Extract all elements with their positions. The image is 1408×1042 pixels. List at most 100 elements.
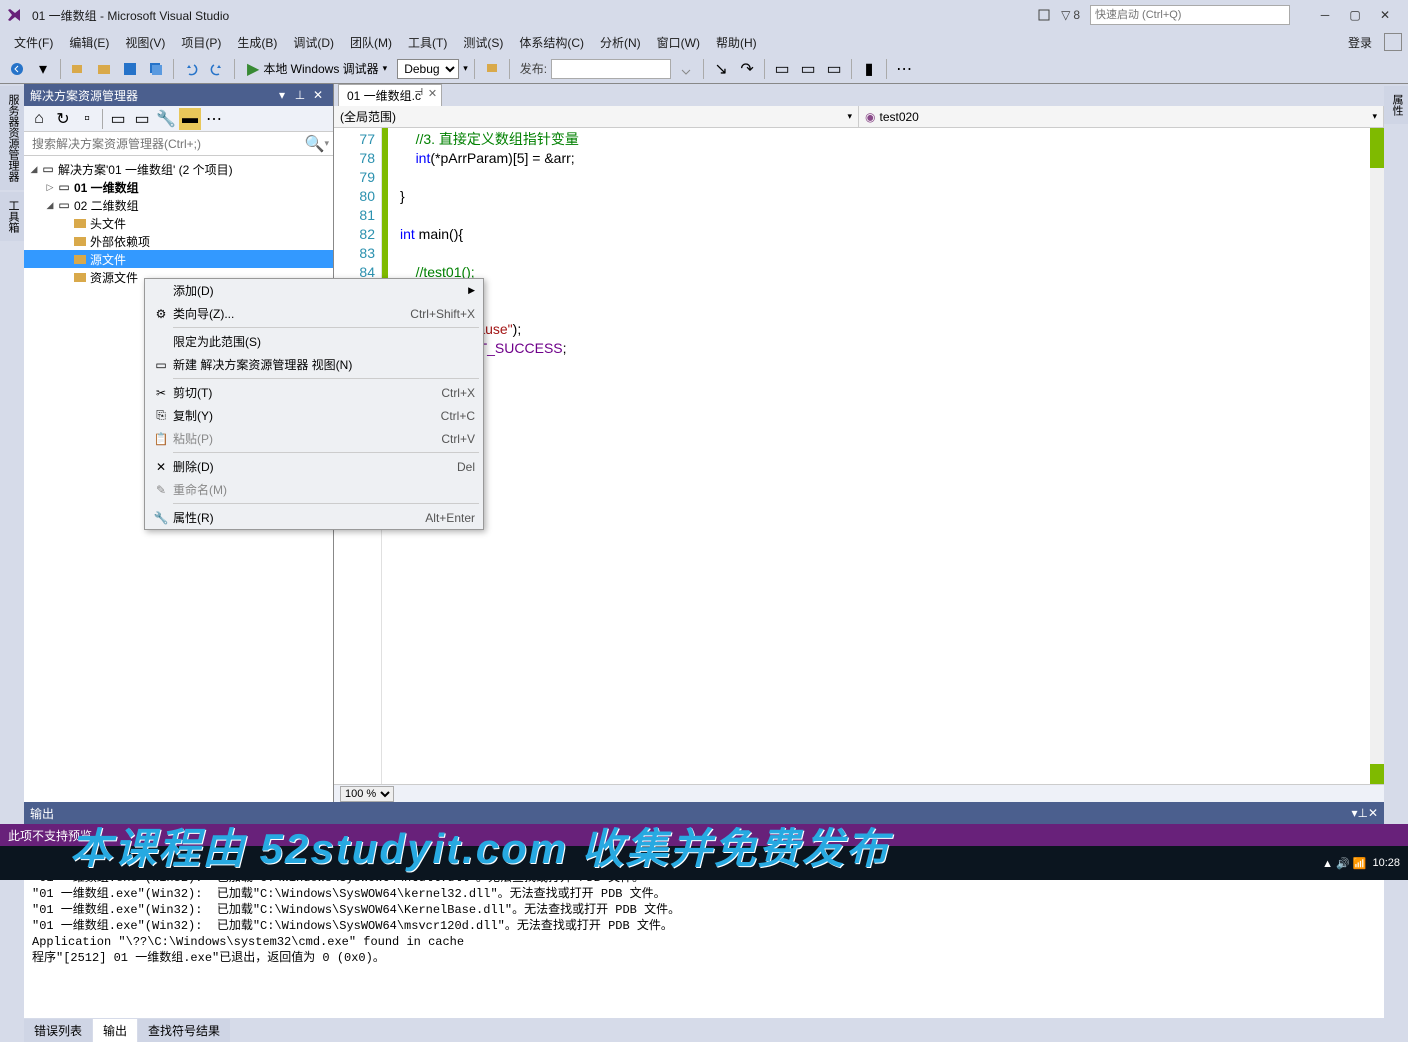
flag-notification[interactable]: ▽8	[1061, 8, 1080, 22]
home-icon[interactable]: ⌂	[28, 108, 50, 130]
panel-pin-icon[interactable]: ⊥	[291, 86, 309, 104]
ctx-Y[interactable]: ⎘复制(Y)Ctrl+C	[145, 404, 483, 427]
refresh-icon[interactable]: ↻	[52, 108, 74, 130]
status-text: 此项不支持预览	[8, 827, 92, 844]
ctx-T[interactable]: ✂剪切(T)Ctrl+X	[145, 381, 483, 404]
folder-icon	[72, 251, 88, 267]
config-select[interactable]: Debug	[397, 59, 459, 79]
status-bar: 此项不支持预览	[0, 824, 1408, 846]
tab-close-icon[interactable]: ✕	[428, 87, 437, 100]
tab-find-symbol[interactable]: 查找符号结果	[138, 1019, 230, 1042]
tab-error-list[interactable]: 错误列表	[24, 1019, 92, 1042]
nav-back-button[interactable]	[6, 58, 28, 80]
doc-icon[interactable]: ▭	[771, 58, 793, 80]
zoom-select[interactable]: 100 %	[340, 786, 394, 802]
solution-search: 🔍 ▾	[24, 132, 333, 156]
windows-taskbar: 本课程由 52studyit.com 收集并免费发布 ▲ 🔊 📶 10:28	[0, 846, 1408, 880]
ctx-S[interactable]: 限定为此范围(S)	[145, 330, 483, 353]
menu-edit[interactable]: 编辑(E)	[61, 32, 117, 53]
collapse-icon[interactable]: ▫	[76, 108, 98, 130]
scope-left[interactable]: (全局范围)▾	[334, 106, 859, 127]
quick-launch-input[interactable]	[1090, 5, 1290, 25]
close-button[interactable]: ✕	[1370, 3, 1400, 27]
bookmark-icon[interactable]: ▮	[858, 58, 880, 80]
doc3-icon[interactable]: ▭	[823, 58, 845, 80]
output-pin-icon[interactable]: ⊥	[1357, 806, 1367, 820]
scrollbar[interactable]	[1370, 128, 1384, 784]
save-all-button[interactable]	[145, 58, 167, 80]
more-icon[interactable]: ⋯	[203, 108, 225, 130]
search-icon[interactable]: 🔍	[305, 134, 325, 154]
step-over-icon[interactable]: ↷	[736, 58, 758, 80]
menu-team[interactable]: 团队(M)	[342, 32, 400, 53]
step-into-icon[interactable]: ↘	[710, 58, 732, 80]
solution-toolbar: ⌂ ↻ ▫ ▭ ▭ 🔧 ▬ ⋯	[24, 106, 333, 132]
start-debug-button[interactable]: ▶ 本地 Windows 调试器 ▾	[241, 59, 393, 79]
redo-button[interactable]	[206, 58, 228, 80]
project-1[interactable]: ▷ ▭ 01 一维数组	[24, 178, 333, 196]
new-project-button[interactable]	[67, 58, 89, 80]
scope-bar: (全局范围)▾ ◉test020▾	[334, 106, 1384, 128]
login-button[interactable]: 登录	[1340, 32, 1380, 53]
menu-analyze[interactable]: 分析(N)	[592, 32, 649, 53]
props-icon[interactable]: ▭	[107, 108, 129, 130]
ctx-D[interactable]: ✕删除(D)Del	[145, 455, 483, 478]
comment-button[interactable]	[481, 58, 503, 80]
folder-source[interactable]: 源文件	[24, 250, 333, 268]
menu-project[interactable]: 项目(P)	[173, 32, 229, 53]
tab-output[interactable]: 输出	[93, 1019, 137, 1042]
document-tab[interactable]: 01 一维数组.c ⊣ ✕	[338, 84, 442, 106]
maximize-button[interactable]: ▢	[1340, 3, 1370, 27]
ctx-D[interactable]: 添加(D)▶	[145, 279, 483, 302]
minimize-button[interactable]: ─	[1310, 3, 1340, 27]
save-button[interactable]	[119, 58, 141, 80]
notifications-button[interactable]	[1037, 8, 1051, 22]
extras-icon[interactable]: ⋯	[893, 58, 915, 80]
clock[interactable]: 10:28	[1372, 857, 1400, 869]
scope-right[interactable]: ◉test020▾	[859, 106, 1384, 127]
menu-help[interactable]: 帮助(H)	[708, 32, 765, 53]
menu-view[interactable]: 视图(V)	[117, 32, 173, 53]
show-all-icon[interactable]: ▭	[131, 108, 153, 130]
folder-external[interactable]: 外部依赖项	[24, 232, 333, 250]
menu-tools[interactable]: 工具(T)	[400, 32, 455, 53]
code-editor[interactable]: 777879808182838485868788 //3. 直接定义数组指针变量…	[334, 128, 1384, 784]
menu-window[interactable]: 窗口(W)	[649, 32, 708, 53]
panel-dropdown-icon[interactable]: ▾	[273, 86, 291, 104]
menu-build[interactable]: 生成(B)	[229, 32, 285, 53]
undo-button[interactable]	[180, 58, 202, 80]
ctx-R[interactable]: 🔧属性(R)Alt+Enter	[145, 506, 483, 529]
ctx-N[interactable]: ▭新建 解决方案资源管理器 视图(N)	[145, 353, 483, 376]
nav-fwd-button[interactable]: ▾	[32, 58, 54, 80]
tray-icons[interactable]: ▲ 🔊 📶	[1322, 857, 1366, 870]
menu-test[interactable]: 测试(S)	[455, 32, 511, 53]
menu-file[interactable]: 文件(F)	[6, 32, 61, 53]
open-button[interactable]	[93, 58, 115, 80]
ctx-M: ✎重命名(M)	[145, 478, 483, 501]
menu-arch[interactable]: 体系结构(C)	[511, 32, 592, 53]
active-icon[interactable]: ▬	[179, 108, 201, 130]
publish-button[interactable]	[675, 58, 697, 80]
user-icon[interactable]	[1384, 33, 1402, 51]
menu-debug[interactable]: 调试(D)	[285, 32, 342, 53]
server-explorer-tab[interactable]: 服务器资源管理器	[0, 86, 24, 190]
solution-explorer-header: 解决方案资源管理器 ▾ ⊥ ✕	[24, 84, 333, 106]
toolbox-tab[interactable]: 工具箱	[0, 192, 24, 241]
doc2-icon[interactable]: ▭	[797, 58, 819, 80]
panel-close-icon[interactable]: ✕	[309, 86, 327, 104]
solution-root[interactable]: ◢ ▭ 解决方案'01 一维数组' (2 个项目)	[24, 160, 333, 178]
output-close-icon[interactable]: ✕	[1368, 806, 1378, 820]
project-2[interactable]: ◢ ▭ 02 二维数组	[24, 196, 333, 214]
vs-logo-icon	[8, 7, 24, 23]
output-bottom-tabs: 错误列表 输出 查找符号结果	[24, 1018, 1384, 1042]
publish-input[interactable]	[551, 59, 671, 79]
left-tool-tabs: 服务器资源管理器 工具箱	[0, 84, 24, 802]
solution-search-input[interactable]	[28, 135, 305, 153]
wrench-icon[interactable]: 🔧	[155, 108, 177, 130]
folder-headers[interactable]: 头文件	[24, 214, 333, 232]
properties-tab[interactable]: 属性	[1384, 86, 1408, 124]
context-menu: 添加(D)▶⚙类向导(Z)...Ctrl+Shift+X 限定为此范围(S)▭新建…	[144, 278, 484, 530]
pin-icon[interactable]: ⊣	[414, 87, 423, 98]
publish-label: 发布:	[520, 60, 547, 77]
ctx-Z[interactable]: ⚙类向导(Z)...Ctrl+Shift+X	[145, 302, 483, 325]
